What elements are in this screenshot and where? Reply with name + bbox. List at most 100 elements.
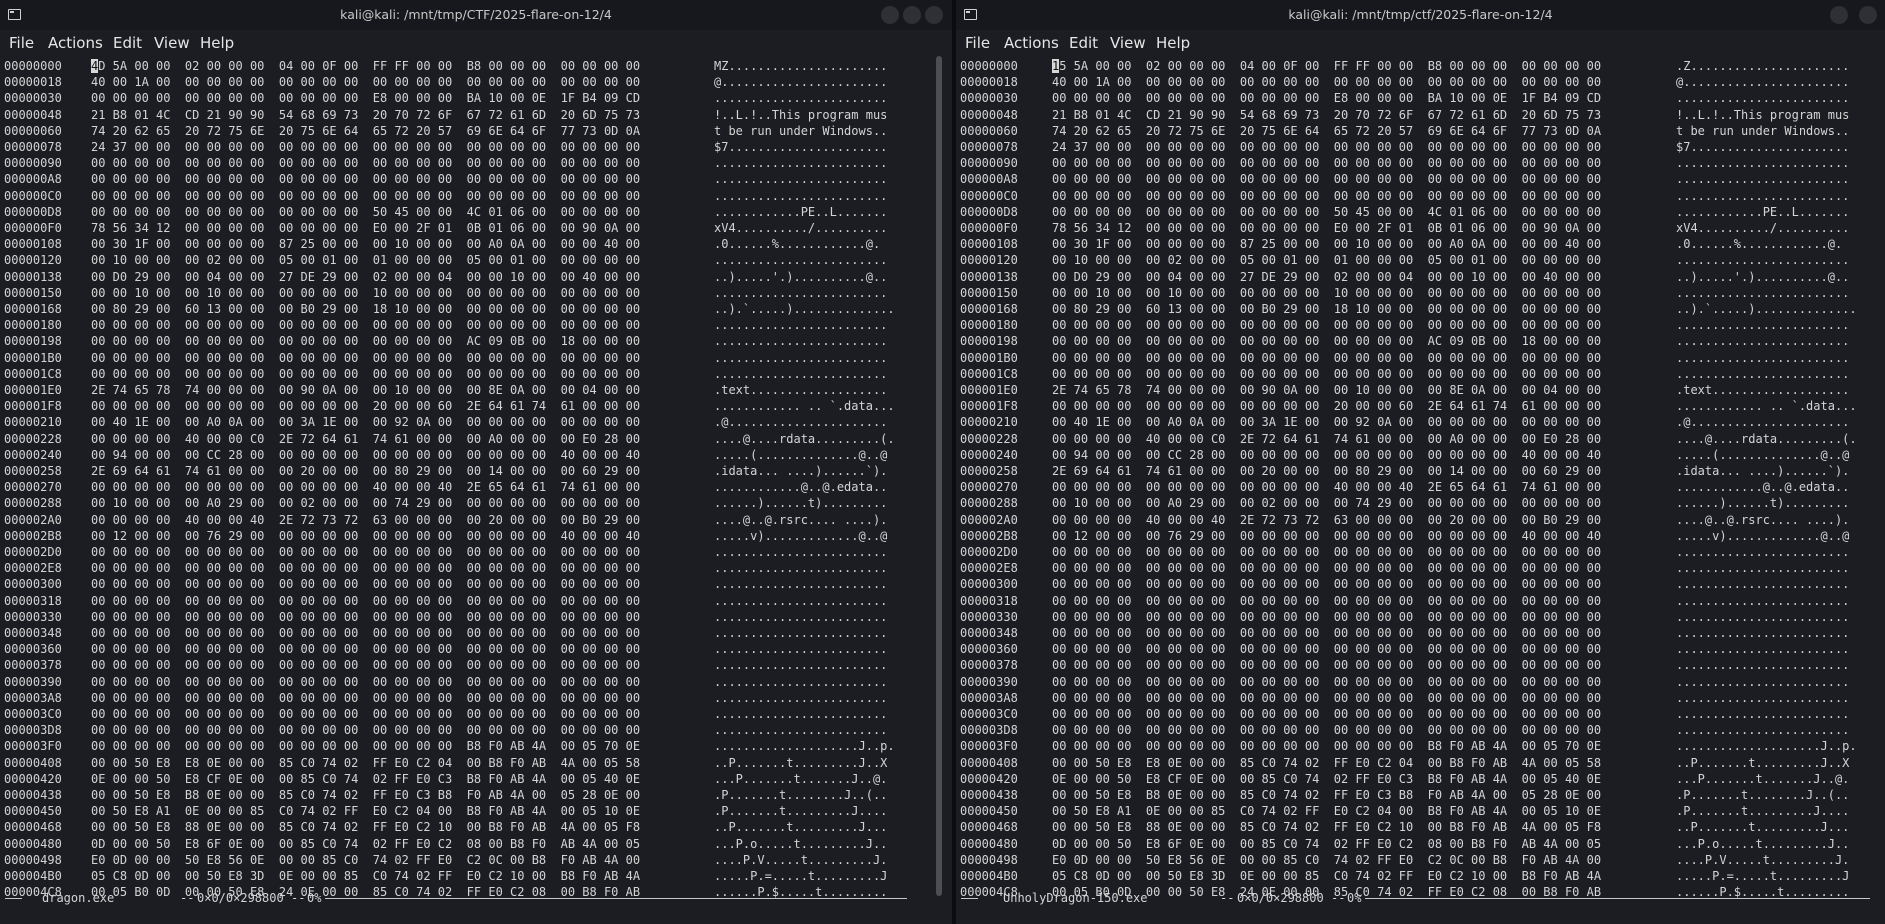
hex-bytes[interactable]: 00 00 00 00 00 00 00 00 00 00 00 00 00 0…: [1052, 657, 1601, 673]
hex-bytes[interactable]: 00 00 00 00 00 00 00 00 00 00 00 00 00 0…: [91, 171, 640, 187]
hex-bytes[interactable]: 00 10 00 00 00 A0 29 00 00 02 00 00 00 7…: [1052, 495, 1601, 511]
hex-bytes[interactable]: 00 50 E8 A1 0E 00 00 85 C0 74 02 FF E0 C…: [1052, 803, 1601, 819]
hex-bytes[interactable]: 00 94 00 00 00 CC 28 00 00 00 00 00 00 0…: [91, 447, 640, 463]
hex-bytes[interactable]: 0D 00 00 50 E8 6F 0E 00 00 85 C0 74 02 F…: [91, 836, 640, 852]
hex-bytes[interactable]: 00 40 1E 00 00 A0 0A 00 00 3A 1E 00 00 9…: [1052, 414, 1601, 430]
hex-bytes[interactable]: 40 00 1A 00 00 00 00 00 00 00 00 00 00 0…: [91, 74, 640, 90]
hex-bytes[interactable]: 00 00 00 00 00 00 00 00 00 00 00 00 00 0…: [1052, 674, 1601, 690]
hex-bytes[interactable]: 00 00 00 00 00 00 00 00 00 00 00 00 00 0…: [1052, 366, 1601, 382]
menu-actions[interactable]: Actions: [48, 30, 103, 56]
hex-bytes[interactable]: 2E 74 65 78 74 00 00 00 00 90 0A 00 00 1…: [91, 382, 640, 398]
hex-bytes[interactable]: 00 00 00 00 00 00 00 00 00 00 00 00 00 0…: [91, 738, 640, 754]
menu-help[interactable]: Help: [200, 30, 234, 56]
hex-bytes[interactable]: 00 10 00 00 00 02 00 00 05 00 01 00 01 0…: [1052, 252, 1601, 268]
hex-bytes[interactable]: 05 C8 0D 00 00 50 E8 3D 0E 00 00 85 C0 7…: [91, 868, 640, 884]
hex-bytes[interactable]: 78 56 34 12 00 00 00 00 00 00 00 00 E0 0…: [1052, 220, 1601, 236]
hex-bytes[interactable]: 00 50 E8 A1 0E 00 00 85 C0 74 02 FF E0 C…: [91, 803, 640, 819]
hex-bytes[interactable]: 00 00 50 E8 88 0E 00 00 85 C0 74 02 FF E…: [1052, 819, 1601, 835]
hex-bytes[interactable]: 00 00 00 00 00 00 00 00 00 00 00 00 00 0…: [1052, 625, 1601, 641]
terminal-window-right[interactable]: kali@kali: /mnt/tmp/ctf/2025-flare-on-12…: [956, 0, 1885, 924]
hex-bytes[interactable]: 24 37 00 00 00 00 00 00 00 00 00 00 00 0…: [91, 139, 640, 155]
close-button[interactable]: [1859, 6, 1877, 24]
hex-bytes[interactable]: 00 00 10 00 00 10 00 00 00 00 00 00 10 0…: [1052, 285, 1601, 301]
hex-bytes[interactable]: 74 20 62 65 20 72 75 6E 20 75 6E 64 65 7…: [1052, 123, 1601, 139]
hex-bytes[interactable]: 00 30 1F 00 00 00 00 00 87 25 00 00 00 1…: [1052, 236, 1601, 252]
terminal-window-left[interactable]: kali@kali: /mnt/tmp/CTF/2025-flare-on-12…: [0, 0, 952, 924]
hex-bytes[interactable]: E0 0D 00 00 50 E8 56 0E 00 00 85 C0 74 0…: [91, 852, 640, 868]
hex-bytes[interactable]: 00 00 00 00 00 00 00 00 00 00 00 00 00 0…: [1052, 641, 1601, 657]
hex-bytes[interactable]: 00 00 00 00 00 00 00 00 00 00 00 00 00 0…: [1052, 690, 1601, 706]
hex-bytes[interactable]: 00 80 29 00 60 13 00 00 00 B0 29 00 18 1…: [91, 301, 640, 317]
hex-bytes[interactable]: 00 00 50 E8 B8 0E 00 00 85 C0 74 02 FF E…: [1052, 787, 1601, 803]
hex-bytes[interactable]: 00 00 00 00 00 00 00 00 00 00 00 00 00 0…: [91, 576, 640, 592]
hex-bytes[interactable]: 00 00 00 00 00 00 00 00 00 00 00 00 00 0…: [1052, 171, 1601, 187]
hex-bytes[interactable]: 2E 69 64 61 74 61 00 00 00 20 00 00 00 8…: [91, 463, 640, 479]
hex-bytes[interactable]: 00 00 00 00 00 00 00 00 00 00 00 00 20 0…: [1052, 398, 1601, 414]
hex-bytes[interactable]: 2E 74 65 78 74 00 00 00 00 90 0A 00 00 1…: [1052, 382, 1601, 398]
hex-bytes[interactable]: 00 00 00 00 00 00 00 00 00 00 00 00 00 0…: [91, 366, 640, 382]
hex-bytes[interactable]: 0E 00 00 50 E8 CF 0E 00 00 85 C0 74 02 F…: [1052, 771, 1601, 787]
close-button[interactable]: [925, 6, 943, 24]
hex-bytes[interactable]: 00 00 00 00 00 00 00 00 00 00 00 00 00 0…: [91, 544, 640, 560]
hex-bytes[interactable]: 74 20 62 65 20 72 75 6E 20 75 6E 64 65 7…: [91, 123, 640, 139]
hex-bytes[interactable]: 00 80 29 00 60 13 00 00 00 B0 29 00 18 1…: [1052, 301, 1601, 317]
hex-bytes[interactable]: 00 10 00 00 00 A0 29 00 00 02 00 00 00 7…: [91, 495, 640, 511]
title-bar[interactable]: kali@kali: /mnt/tmp/CTF/2025-flare-on-12…: [0, 0, 952, 30]
hex-bytes[interactable]: 00 00 00 00 00 00 00 00 00 00 00 00 00 0…: [1052, 560, 1601, 576]
hex-bytes[interactable]: 00 00 00 00 00 00 00 00 00 00 00 00 00 0…: [91, 657, 640, 673]
hex-bytes[interactable]: 21 B8 01 4C CD 21 90 90 54 68 69 73 20 7…: [1052, 107, 1601, 123]
hex-bytes[interactable]: 15 5A 00 00 02 00 00 00 04 00 0F 00 FF F…: [1052, 58, 1601, 74]
hex-bytes[interactable]: 00 00 00 00 40 00 00 C0 2E 72 64 61 74 6…: [91, 431, 640, 447]
hex-bytes[interactable]: 24 37 00 00 00 00 00 00 00 00 00 00 00 0…: [1052, 139, 1601, 155]
hex-bytes[interactable]: 00 00 00 00 00 00 00 00 00 00 00 00 00 0…: [91, 674, 640, 690]
hex-bytes[interactable]: 00 00 00 00 00 00 00 00 00 00 00 00 40 0…: [1052, 479, 1601, 495]
hex-bytes[interactable]: 00 00 00 00 40 00 00 40 2E 72 73 72 63 0…: [1052, 512, 1601, 528]
hex-bytes[interactable]: 00 00 00 00 00 00 00 00 00 00 00 00 00 0…: [91, 690, 640, 706]
hex-bytes[interactable]: 0E 00 00 50 E8 CF 0E 00 00 85 C0 74 02 F…: [91, 771, 640, 787]
hex-bytes[interactable]: 00 00 00 00 40 00 00 C0 2E 72 64 61 74 6…: [1052, 431, 1601, 447]
hex-bytes[interactable]: 00 00 00 00 00 00 00 00 00 00 00 00 00 0…: [91, 706, 640, 722]
hex-bytes[interactable]: 00 00 00 00 00 00 00 00 00 00 00 00 00 0…: [1052, 722, 1601, 738]
hex-bytes[interactable]: 00 00 50 E8 E8 0E 00 00 85 C0 74 02 FF E…: [91, 755, 640, 771]
hex-bytes[interactable]: 00 00 00 00 00 00 00 00 00 00 00 00 E8 0…: [1052, 90, 1601, 106]
hex-bytes[interactable]: 00 00 10 00 00 10 00 00 00 00 00 00 10 0…: [91, 285, 640, 301]
hex-bytes[interactable]: 00 00 00 00 40 00 00 40 2E 72 73 72 63 0…: [91, 512, 640, 528]
hex-bytes[interactable]: 00 D0 29 00 00 04 00 00 27 DE 29 00 02 0…: [1052, 269, 1601, 285]
hex-bytes[interactable]: 00 00 00 00 00 00 00 00 00 00 00 00 00 0…: [1052, 576, 1601, 592]
hex-bytes[interactable]: 00 10 00 00 00 02 00 00 05 00 01 00 01 0…: [91, 252, 640, 268]
hex-bytes[interactable]: 00 00 00 00 00 00 00 00 00 00 00 00 00 0…: [91, 593, 640, 609]
menu-help[interactable]: Help: [1156, 30, 1190, 56]
menu-edit[interactable]: Edit: [113, 30, 142, 56]
hex-bytes[interactable]: 00 00 00 00 00 00 00 00 00 00 00 00 00 0…: [1052, 317, 1601, 333]
maximize-button[interactable]: [903, 6, 921, 24]
hex-bytes[interactable]: 00 00 00 00 00 00 00 00 00 00 00 00 00 0…: [91, 641, 640, 657]
hex-bytes[interactable]: 00 D0 29 00 00 04 00 00 27 DE 29 00 02 0…: [91, 269, 640, 285]
hex-bytes[interactable]: 00 00 00 00 00 00 00 00 00 00 00 00 00 0…: [1052, 333, 1601, 349]
menu-view[interactable]: View: [154, 30, 190, 56]
hex-bytes[interactable]: 21 B8 01 4C CD 21 90 90 54 68 69 73 20 7…: [91, 107, 640, 123]
menu-edit[interactable]: Edit: [1069, 30, 1098, 56]
hex-bytes[interactable]: 05 C8 0D 00 00 50 E8 3D 0E 00 00 85 C0 7…: [1052, 868, 1601, 884]
hex-bytes[interactable]: 00 00 00 00 00 00 00 00 00 00 00 00 00 0…: [1052, 544, 1601, 560]
hex-bytes[interactable]: 00 00 00 00 00 00 00 00 00 00 00 00 00 0…: [91, 609, 640, 625]
menu-file[interactable]: File: [9, 30, 34, 56]
hex-bytes[interactable]: 00 00 00 00 00 00 00 00 00 00 00 00 00 0…: [91, 188, 640, 204]
hex-bytes[interactable]: 00 00 00 00 00 00 00 00 00 00 00 00 40 0…: [91, 479, 640, 495]
hex-bytes[interactable]: 00 00 00 00 00 00 00 00 00 00 00 00 00 0…: [91, 350, 640, 366]
hex-bytes[interactable]: 00 00 00 00 00 00 00 00 00 00 00 00 00 0…: [91, 333, 640, 349]
menu-actions[interactable]: Actions: [1004, 30, 1059, 56]
hex-bytes[interactable]: 00 00 00 00 00 00 00 00 00 00 00 00 50 4…: [91, 204, 640, 220]
hex-bytes[interactable]: 00 00 00 00 00 00 00 00 00 00 00 00 00 0…: [91, 722, 640, 738]
hex-bytes[interactable]: 00 30 1F 00 00 00 00 00 87 25 00 00 00 1…: [91, 236, 640, 252]
minimize-button[interactable]: [881, 6, 899, 24]
hex-bytes[interactable]: 00 00 00 00 00 00 00 00 00 00 00 00 00 0…: [1052, 593, 1601, 609]
hex-bytes[interactable]: 2E 69 64 61 74 61 00 00 00 20 00 00 00 8…: [1052, 463, 1601, 479]
title-bar[interactable]: kali@kali: /mnt/tmp/ctf/2025-flare-on-12…: [956, 0, 1885, 30]
hex-bytes[interactable]: 00 00 00 00 00 00 00 00 00 00 00 00 20 0…: [91, 398, 640, 414]
hex-bytes[interactable]: 00 00 00 00 00 00 00 00 00 00 00 00 00 0…: [91, 625, 640, 641]
hex-bytes[interactable]: 0D 00 00 50 E8 6F 0E 00 00 85 C0 74 02 F…: [1052, 836, 1601, 852]
hex-bytes[interactable]: 00 94 00 00 00 CC 28 00 00 00 00 00 00 0…: [1052, 447, 1601, 463]
hex-bytes[interactable]: 00 00 00 00 00 00 00 00 00 00 00 00 00 0…: [91, 155, 640, 171]
hex-bytes[interactable]: 00 00 00 00 00 00 00 00 00 00 00 00 00 0…: [1052, 706, 1601, 722]
hex-bytes[interactable]: 00 40 1E 00 00 A0 0A 00 00 3A 1E 00 00 9…: [91, 414, 640, 430]
